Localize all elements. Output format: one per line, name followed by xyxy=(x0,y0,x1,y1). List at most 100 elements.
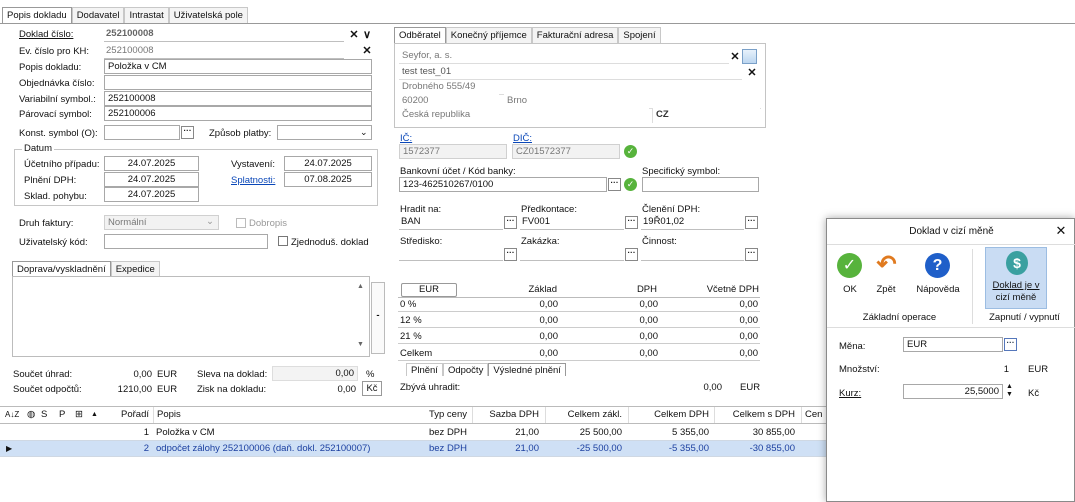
cell-zakl: 25 500,00 xyxy=(579,427,622,438)
ic-input[interactable]: 1572377 xyxy=(399,144,507,159)
datum-group-title: Datum xyxy=(22,143,54,154)
ellipsis-icon[interactable]: ··· xyxy=(745,248,758,261)
dic-link[interactable]: DIČ: xyxy=(513,133,532,144)
tab-fakturacni-adresa[interactable]: Fakturační adresa xyxy=(531,27,619,43)
variabilni-symbol-input[interactable]: 252100008 xyxy=(104,91,372,106)
close-icon[interactable]: ✕ xyxy=(1055,224,1067,237)
table-row[interactable]: ▶ 2 odpočet zálohy 252100006 (daň. dokl.… xyxy=(0,441,828,457)
bank-input[interactable]: 123-462510267/0100 xyxy=(399,177,607,192)
ellipsis-icon[interactable]: ··· xyxy=(625,248,638,261)
ellipsis-icon[interactable]: ··· xyxy=(608,178,621,191)
dic-input[interactable]: CZ01572377 xyxy=(512,144,620,159)
tab-popis-dokladu[interactable]: Popis dokladu xyxy=(2,7,72,23)
parovaci-symbol-input[interactable]: 252100006 xyxy=(104,106,372,121)
popis-dokladu-input[interactable]: Položka v CM xyxy=(104,59,372,74)
sort-up-icon[interactable]: ▲ xyxy=(88,407,101,423)
ok-button[interactable]: ✓ OK xyxy=(833,251,867,299)
clear-icon[interactable]: ✕ xyxy=(746,67,758,79)
grid-header-dph[interactable]: Celkem DPH xyxy=(628,407,712,423)
scroll-down-icon[interactable]: ▼ xyxy=(357,341,364,348)
zpusob-platby-label: Způsob platby: xyxy=(209,128,272,139)
vat-currency-button[interactable]: EUR xyxy=(401,283,457,297)
sleva-input[interactable]: 0,00 xyxy=(272,366,358,381)
tab-dodavatel[interactable]: Dodavatel xyxy=(71,7,125,23)
mena-input[interactable]: EUR xyxy=(903,337,1003,352)
zjednodus-checkbox[interactable] xyxy=(278,236,288,246)
ellipsis-icon[interactable]: ··· xyxy=(181,126,194,139)
druh-faktury-label: Druh faktury: xyxy=(19,218,74,229)
expand-side-button[interactable]: - xyxy=(371,282,385,354)
tab-odpocty[interactable]: Odpočty xyxy=(442,363,489,376)
cinnost-input[interactable] xyxy=(641,246,744,261)
zpusob-platby-select[interactable] xyxy=(277,125,372,140)
napoveda-button[interactable]: ? Nápověda xyxy=(909,251,967,299)
zisk-currency-button[interactable]: Kč xyxy=(362,381,382,396)
doklad-v-cizi-mene-toggle[interactable]: $ Doklad je v cizí měně xyxy=(985,247,1047,309)
kurz-input[interactable]: 25,5000 xyxy=(903,384,1003,399)
tab-uzivatelska-pole[interactable]: Uživatelská pole xyxy=(168,7,248,23)
ellipsis-icon[interactable]: ··· xyxy=(625,216,638,229)
konst-symbol-input[interactable] xyxy=(104,125,180,140)
splatnost-input[interactable]: 07.08.2025 xyxy=(284,172,372,187)
tab-vysledne-plneni[interactable]: Výsledné plnění xyxy=(488,363,566,376)
clear-icon[interactable]: ✕ xyxy=(361,45,373,57)
grid-header-typ[interactable]: Typ ceny xyxy=(400,407,470,423)
chevron-down-icon[interactable]: ⌄ xyxy=(360,127,368,138)
kurz-stepper-icon[interactable]: ▲ ▼ xyxy=(1006,383,1013,399)
tab-plneni[interactable]: Plnění xyxy=(406,363,443,376)
cell-typ: bez DPH xyxy=(428,427,467,438)
partner-country: Česká republika xyxy=(399,108,649,123)
dobropis-checkbox[interactable] xyxy=(236,218,246,228)
grid-header-cen[interactable]: Cen xyxy=(801,407,825,423)
vat-row-vcetne: 0,00 xyxy=(739,299,759,310)
uzivatelsky-kod-input[interactable] xyxy=(104,234,268,249)
specificky-symbol-input[interactable] xyxy=(642,177,759,192)
ic-link[interactable]: IČ: xyxy=(400,133,412,144)
plneni-dph-input[interactable]: 24.07.2025 xyxy=(104,172,199,187)
scroll-up-icon[interactable]: ▲ xyxy=(357,283,364,290)
zakazka-input[interactable] xyxy=(520,246,624,261)
tab-odberatel[interactable]: Odběratel xyxy=(394,27,446,43)
grid-header-poradi[interactable]: Pořadí xyxy=(100,407,152,423)
zpet-button[interactable]: ↶ Zpět xyxy=(869,251,903,299)
ellipsis-icon[interactable]: ··· xyxy=(504,216,517,229)
tab-expedice[interactable]: Expedice xyxy=(110,261,160,276)
clear-icon[interactable]: ✕ xyxy=(348,29,360,41)
vystaveni-input[interactable]: 24.07.2025 xyxy=(284,156,372,171)
grid-header-p[interactable]: P xyxy=(56,407,68,423)
verified-check-icon: ✓ xyxy=(624,145,637,158)
splatnost-link[interactable]: Splatnosti: xyxy=(231,175,275,186)
sort-icon[interactable]: A↓Z xyxy=(2,407,22,423)
mnozstvi-label: Množství: xyxy=(839,364,880,375)
clear-icon[interactable]: ✕ xyxy=(729,51,741,63)
predkontace-input[interactable]: FV001 xyxy=(520,215,624,230)
druh-faktury-select[interactable]: Normální xyxy=(104,215,219,230)
tab-spojeni[interactable]: Spojení xyxy=(618,27,661,43)
tab-intrastat[interactable]: Intrastat xyxy=(124,7,169,23)
tree-icon[interactable]: ⊞ xyxy=(72,407,86,423)
grid-header-popis[interactable]: Popis xyxy=(153,407,184,423)
chevron-down-icon[interactable]: ∨ xyxy=(361,29,373,41)
tab-konecny-prijemce[interactable]: Konečný příjemce xyxy=(445,27,532,43)
vat-row-dph: 0,00 xyxy=(639,299,659,310)
attachment-icon[interactable]: ◍ xyxy=(24,407,38,423)
objednavka-input[interactable] xyxy=(104,75,372,90)
sklad-pohybu-input[interactable]: 24.07.2025 xyxy=(104,187,199,202)
ellipsis-icon[interactable]: ··· xyxy=(1004,338,1017,351)
address-book-icon[interactable] xyxy=(742,49,757,64)
stredisko-input[interactable] xyxy=(399,246,503,261)
hradit-na-input[interactable]: BAN xyxy=(399,215,503,230)
ellipsis-icon[interactable]: ··· xyxy=(504,248,517,261)
grid-header-zakl[interactable]: Celkem zákl. xyxy=(545,407,625,423)
soucet-odpoctu-label: Součet odpočtů: xyxy=(13,384,82,395)
doprava-textarea[interactable] xyxy=(12,276,370,357)
tab-doprava[interactable]: Doprava/vyskladnění xyxy=(12,261,111,276)
cleneni-dph-input[interactable]: 19Ř01,02 xyxy=(641,215,744,230)
ellipsis-icon[interactable]: ··· xyxy=(745,216,758,229)
ucetni-pripad-input[interactable]: 24.07.2025 xyxy=(104,156,199,171)
table-row[interactable]: 1 Položka v CM bez DPH 21,00 25 500,00 5… xyxy=(0,425,828,441)
cell-sazba: 21,00 xyxy=(515,427,539,438)
grid-header-s[interactable]: S xyxy=(38,407,50,423)
grid-header-sdph[interactable]: Celkem s DPH xyxy=(714,407,798,423)
grid-header-sazba[interactable]: Sazba DPH xyxy=(472,407,542,423)
